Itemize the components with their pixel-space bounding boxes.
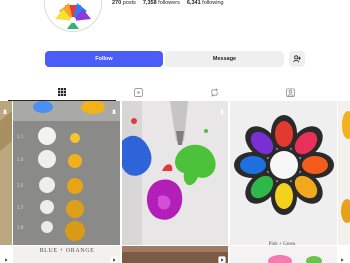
reels-icon [133,87,143,97]
svg-text:1:7: 1:7 [17,205,24,210]
profile-page: 270 posts 7,358 followers 6,341 followin… [0,0,350,263]
repost-icon [210,87,218,97]
post-caption: Pink + Green [268,242,296,247]
reel-badge-icon [2,251,10,263]
pin-icon [1,104,9,117]
post-tile[interactable] [122,101,228,245]
svg-text:1:3: 1:3 [17,157,24,162]
post-image-palette [230,101,337,245]
pin-icon [110,104,118,117]
svg-text:1:9: 1:9 [17,225,24,230]
grid-icon [58,88,66,96]
followers-stat[interactable]: 7,358 followers [143,0,180,6]
post-tile[interactable]: 1:1 1:3 1:5 1:7 1:9 [13,101,120,245]
svg-text:1:1: 1:1 [17,134,24,139]
post-tile[interactable] [230,246,337,263]
profile-tabs [0,84,350,101]
reel-badge-icon [218,251,226,263]
add-user-icon [293,55,301,63]
post-tile[interactable] [230,101,337,245]
profile-actions: Follow Message [45,51,284,67]
posts-stat[interactable]: 270 posts [112,0,136,6]
tab-tagged[interactable] [236,84,344,100]
reel-badge-icon [338,251,346,263]
post-tile[interactable] [0,101,12,245]
post-tile[interactable] [338,101,350,245]
profile-avatar[interactable] [44,0,102,32]
message-button[interactable]: Message [165,51,284,67]
following-stat[interactable]: 6,341 following [187,0,224,6]
tagged-icon [285,87,295,97]
follow-button[interactable]: Follow [45,51,163,67]
post-image-spheres: 1:1 1:3 1:5 1:7 1:9 [13,101,120,245]
post-caption: BLUE + ORANGE [39,248,95,254]
post-image-splash [122,101,228,245]
avatar-paint-splash-icon [45,0,101,31]
profile-stats: 270 posts 7,358 followers 6,341 followin… [112,0,224,6]
svg-text:1:5: 1:5 [17,183,24,188]
post-tile[interactable] [122,246,228,263]
pin-icon [218,104,226,117]
posts-grid: 1:1 1:3 1:5 1:7 1:9 [0,101,350,263]
suggested-users-button[interactable] [289,51,305,67]
